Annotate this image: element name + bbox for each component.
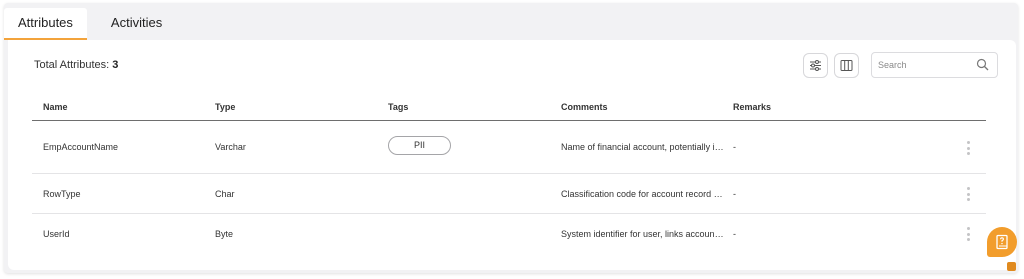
row-name: EmpAccountName [43, 142, 119, 152]
row-comment: Name of financial account, potentially i… [561, 142, 725, 152]
row-name: RowType [43, 189, 81, 199]
tab-bar: Attributes Activities [4, 8, 176, 40]
row-menu-kebab-icon[interactable] [965, 141, 971, 155]
attributes-panel: Total Attributes: 3 Name Type Tags Comme [8, 40, 1016, 270]
table-row[interactable]: UserId Byte System identifier for user, … [32, 214, 986, 254]
row-comment: System identifier for user, links accoun… [561, 229, 725, 239]
row-remarks: - [733, 189, 736, 199]
table-row[interactable]: EmpAccountName Varchar PII Name of finan… [32, 122, 986, 174]
row-type: Byte [215, 229, 234, 239]
row-comment: Classification code for account record t… [561, 189, 725, 199]
table-header: Name Type Tags Comments Remarks [32, 95, 986, 121]
row-name: UserId [43, 229, 70, 239]
tab-attributes[interactable]: Attributes [4, 8, 87, 40]
column-header-comments[interactable]: Comments [561, 102, 608, 112]
help-button[interactable] [987, 227, 1017, 257]
column-header-type[interactable]: Type [215, 102, 235, 112]
row-type: Varchar [215, 142, 246, 152]
row-type: Char [215, 189, 235, 199]
table-row[interactable]: RowType Char Classification code for acc… [32, 174, 986, 214]
row-remarks: - [733, 229, 736, 239]
columns-button[interactable] [834, 53, 859, 78]
filter-button[interactable] [803, 53, 828, 78]
tag-pill-pii[interactable]: PII [388, 136, 451, 155]
row-menu-kebab-icon[interactable] [965, 227, 971, 241]
help-book-icon [996, 234, 1008, 250]
total-attributes-label: Total Attributes: [34, 59, 110, 71]
search-input[interactable] [878, 56, 974, 74]
row-remarks: - [733, 142, 736, 152]
tab-activities[interactable]: Activities [97, 8, 176, 40]
column-header-name[interactable]: Name [43, 102, 68, 112]
total-attributes: Total Attributes: 3 [34, 59, 118, 71]
total-attributes-count: 3 [112, 59, 119, 71]
column-header-tags[interactable]: Tags [388, 102, 408, 112]
corner-indicator [1007, 262, 1016, 271]
column-header-remarks[interactable]: Remarks [733, 102, 771, 112]
search-box [871, 52, 998, 78]
columns-icon [840, 60, 853, 71]
row-menu-kebab-icon[interactable] [965, 187, 971, 201]
sliders-icon [810, 60, 821, 71]
search-icon[interactable] [976, 58, 989, 71]
